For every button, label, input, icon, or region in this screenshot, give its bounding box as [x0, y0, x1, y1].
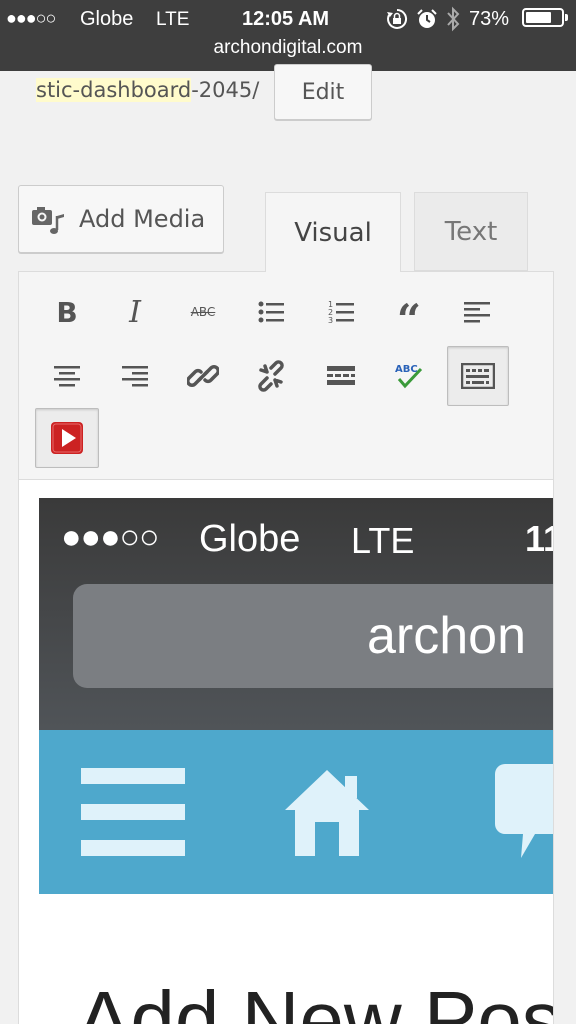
spellcheck-icon: ABC: [395, 364, 423, 389]
edit-permalink-button[interactable]: Edit: [274, 64, 372, 120]
bullet-list-button[interactable]: [243, 286, 299, 338]
strikethrough-icon: ABC: [190, 305, 216, 319]
editor-content-area[interactable]: ●●●○○ Globe LTE 11 archon: [18, 480, 554, 1024]
embedded-network: LTE: [351, 520, 415, 561]
youtube-embed-icon: [51, 422, 83, 454]
battery-percentage: 73%: [469, 8, 510, 30]
bluetooth-icon: [447, 6, 460, 32]
add-media-button[interactable]: Add Media: [18, 185, 224, 253]
italic-button[interactable]: I: [107, 286, 163, 338]
bullet-list-icon: [258, 301, 284, 323]
permalink[interactable]: stic-dashboard-2045/: [36, 78, 259, 102]
alarm-icon: [417, 9, 437, 28]
embedded-signal-icon: ●●●○○: [61, 518, 160, 556]
embedded-url-text: archon: [367, 607, 526, 665]
network-type: LTE: [156, 9, 190, 30]
toolbar-toggle-icon: [461, 363, 495, 389]
italic-icon: I: [129, 294, 141, 330]
align-center-button[interactable]: [39, 350, 95, 402]
permalink-suffix: -2045/: [191, 78, 260, 102]
unlink-button[interactable]: [243, 350, 299, 402]
url-bar[interactable]: archondigital.com: [0, 38, 576, 57]
permalink-slug: stic-dashboard: [36, 78, 192, 102]
embedded-heading: Add New Pos: [77, 975, 554, 1024]
blockquote-icon: “: [396, 295, 422, 344]
numbered-list-icon: 1 2 3: [328, 300, 354, 325]
embedded-comment-icon: [495, 764, 553, 858]
clock: 12:05 AM: [242, 8, 330, 30]
numbered-list-button[interactable]: 1 2 3: [313, 286, 369, 338]
bold-button[interactable]: B: [39, 286, 95, 338]
align-left-icon: [464, 302, 490, 323]
youtube-embed-button[interactable]: [35, 408, 99, 468]
battery-icon: [522, 8, 564, 27]
battery-tip: [565, 14, 568, 21]
insert-link-button[interactable]: [175, 350, 231, 402]
align-right-icon: [122, 366, 148, 387]
align-left-button[interactable]: [449, 286, 505, 338]
strikethrough-button[interactable]: ABC: [175, 286, 231, 338]
unlink-icon: [258, 360, 284, 392]
svg-text:3: 3: [328, 316, 333, 325]
tab-visual[interactable]: Visual: [265, 192, 401, 272]
carrier-name: Globe: [80, 8, 134, 30]
embedded-nav-bar: [39, 730, 553, 894]
tab-text[interactable]: Text: [414, 192, 528, 271]
toolbar-toggle-button[interactable]: [447, 346, 509, 406]
embedded-home-icon: [285, 770, 369, 856]
add-media-label: Add Media: [79, 205, 206, 233]
align-right-button[interactable]: [107, 350, 163, 402]
camera-music-icon: [32, 207, 64, 234]
read-more-button[interactable]: [313, 350, 369, 402]
embedded-carrier: Globe: [199, 518, 301, 560]
embedded-screenshot: ●●●○○ Globe LTE 11 archon: [39, 498, 553, 894]
spellcheck-button[interactable]: ABC: [381, 350, 437, 402]
signal-strength-icon: ●●●○○: [6, 8, 56, 28]
embedded-time: 11: [525, 518, 553, 559]
embedded-menu-icon: [81, 768, 185, 856]
read-more-icon: [327, 366, 355, 385]
insert-link-icon: [187, 365, 219, 387]
svg-text:ABC: ABC: [395, 364, 418, 375]
status-bar: ●●●○○ Globe LTE 12:05 AM 73% archondigit…: [0, 0, 576, 71]
editor-toolbar: B I ABC 1 2 3 “ ABC: [18, 271, 554, 480]
rotation-lock-icon: [387, 8, 408, 29]
align-center-icon: [54, 366, 80, 387]
blockquote-button[interactable]: “: [381, 286, 437, 344]
embedded-status-bar: ●●●○○ Globe LTE 11 archon: [39, 498, 553, 730]
embedded-url-bar: archon: [73, 584, 553, 688]
bold-icon: B: [56, 295, 78, 329]
